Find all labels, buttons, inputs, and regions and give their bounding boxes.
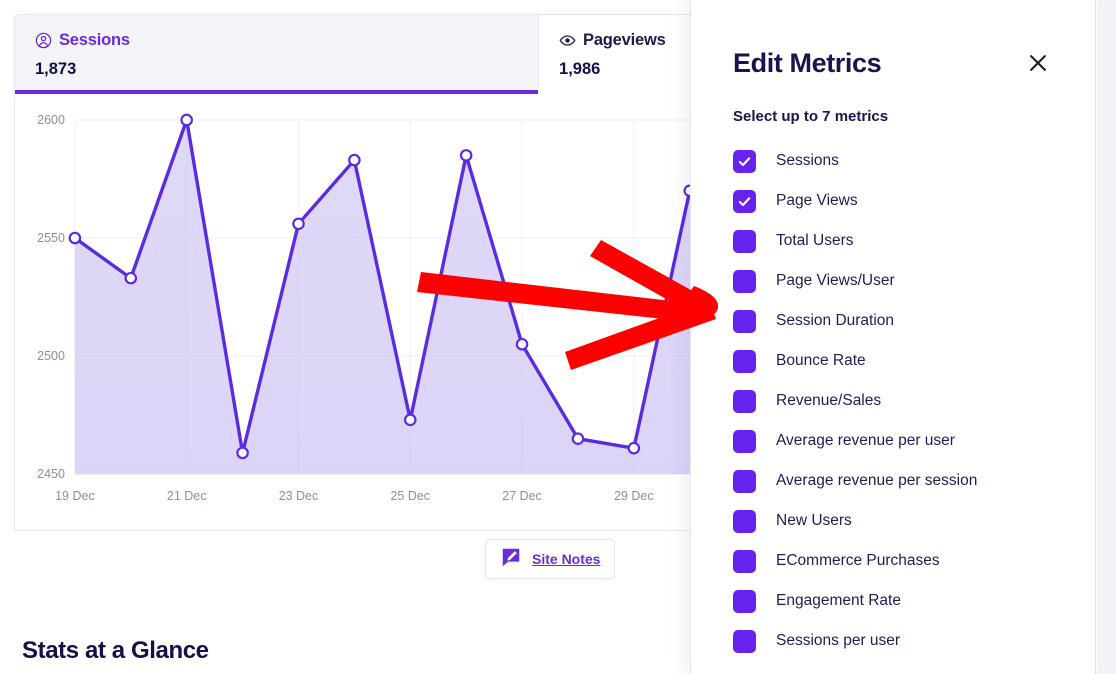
metric-row[interactable]: New Users [733, 501, 1053, 541]
metric-row[interactable]: Session Duration [733, 301, 1053, 341]
chart-point[interactable] [124, 271, 138, 285]
metric-row[interactable]: Revenue/Sales [733, 381, 1053, 421]
x-tick-label: 29 Dec [614, 489, 654, 503]
x-tick-label: 23 Dec [279, 489, 319, 503]
tab-pageviews-label: Pageviews [583, 30, 666, 49]
metric-label: Sessions [776, 152, 839, 169]
edit-metrics-drawer: Edit Metrics Select up to 7 metrics Sess… [690, 0, 1096, 674]
metric-label: Engagement Rate [776, 592, 901, 609]
chart-point[interactable] [627, 441, 641, 455]
x-tick-label: 21 Dec [167, 489, 207, 503]
stats-at-a-glance-heading: Stats at a Glance [22, 637, 209, 664]
checkbox-icon[interactable] [733, 309, 756, 333]
metric-row[interactable]: Page Views [733, 181, 1053, 221]
user-circle-icon [35, 32, 52, 49]
drawer-title: Edit Metrics [733, 47, 882, 78]
metric-row[interactable]: Bounce Rate [733, 341, 1053, 381]
chart-point[interactable] [403, 413, 417, 427]
x-tick-label: 27 Dec [502, 489, 542, 503]
metric-label: Session Duration [776, 312, 895, 329]
tab-sessions-label: Sessions [59, 30, 130, 49]
tab-sessions-value: 1,873 [35, 60, 77, 78]
checkbox-icon[interactable] [733, 269, 756, 293]
chart-point[interactable] [571, 432, 585, 445]
tab-active-underline [15, 90, 539, 94]
metric-row[interactable]: Engagement Rate [733, 581, 1053, 621]
chart-point[interactable] [459, 149, 473, 162]
metric-row[interactable]: ECommerce Purchases [733, 541, 1053, 581]
checkbox-icon[interactable] [733, 229, 756, 253]
chart-point[interactable] [292, 217, 305, 231]
site-notes-button[interactable]: Site Notes [485, 539, 616, 579]
metric-label: Average revenue per session [776, 472, 978, 489]
checkbox-icon[interactable] [733, 429, 756, 453]
metric-label: New Users [776, 512, 852, 529]
chart-point[interactable] [236, 446, 249, 460]
y-tick-label: 2550 [37, 231, 65, 245]
metric-row[interactable]: Sessions [733, 141, 1053, 181]
drawer-header: Edit Metrics [691, 44, 1095, 82]
metric-row[interactable]: Total Users [733, 221, 1053, 261]
chart-point[interactable] [180, 113, 193, 127]
chart-y-tick-labels: 2450 2500 2550 2600 [37, 113, 65, 481]
chart-point[interactable] [515, 337, 529, 351]
eye-icon [559, 32, 576, 49]
metric-label: Page Views/User [776, 272, 895, 289]
metric-label: Bounce Rate [776, 352, 866, 369]
pencil-note-icon [500, 546, 522, 573]
tab-sessions-header: Sessions [35, 29, 520, 51]
x-tick-label: 25 Dec [390, 489, 430, 503]
metric-row[interactable]: Average revenue per session [733, 461, 1053, 501]
tab-sessions[interactable]: Sessions 1,873 [15, 15, 540, 94]
chart-point[interactable] [68, 231, 82, 245]
checkbox-icon[interactable] [733, 349, 756, 373]
metric-row[interactable]: Average revenue per user [733, 421, 1053, 461]
metric-row[interactable]: Sessions per user [733, 621, 1053, 661]
app-root: Sessions 1,873 Pageviews 1,986 2450 2500… [0, 0, 1116, 674]
metric-checkbox-list: Sessions Page Views Total Users Page Views/… [691, 125, 1095, 661]
checkbox-icon[interactable] [733, 469, 756, 493]
drawer-subtitle: Select up to 7 metrics [733, 108, 889, 125]
metric-label: ECommerce Purchases [776, 552, 940, 569]
checkbox-icon[interactable] [733, 589, 756, 613]
checkbox-icon[interactable] [733, 509, 756, 533]
metric-label: Sessions per user [776, 632, 901, 649]
checkbox-icon[interactable] [733, 549, 756, 573]
page-gutter [1097, 0, 1116, 674]
chart-point[interactable] [348, 153, 361, 167]
checkbox-checked-icon[interactable] [733, 149, 756, 173]
checkbox-checked-icon[interactable] [733, 189, 756, 213]
y-tick-label: 2600 [37, 113, 65, 127]
metric-label: Revenue/Sales [776, 392, 882, 409]
site-notes-label: Site Notes [532, 551, 601, 567]
x-tick-label: 19 Dec [55, 489, 95, 503]
close-icon[interactable] [1023, 48, 1053, 78]
y-tick-label: 2500 [37, 349, 65, 363]
metric-label: Page Views [776, 192, 858, 209]
checkbox-icon[interactable] [733, 629, 756, 653]
y-tick-label: 2450 [37, 467, 65, 481]
checkbox-icon[interactable] [733, 389, 756, 413]
metric-label: Average revenue per user [776, 432, 955, 449]
metric-row[interactable]: Page Views/User [733, 261, 1053, 301]
metric-label: Total Users [776, 232, 854, 249]
